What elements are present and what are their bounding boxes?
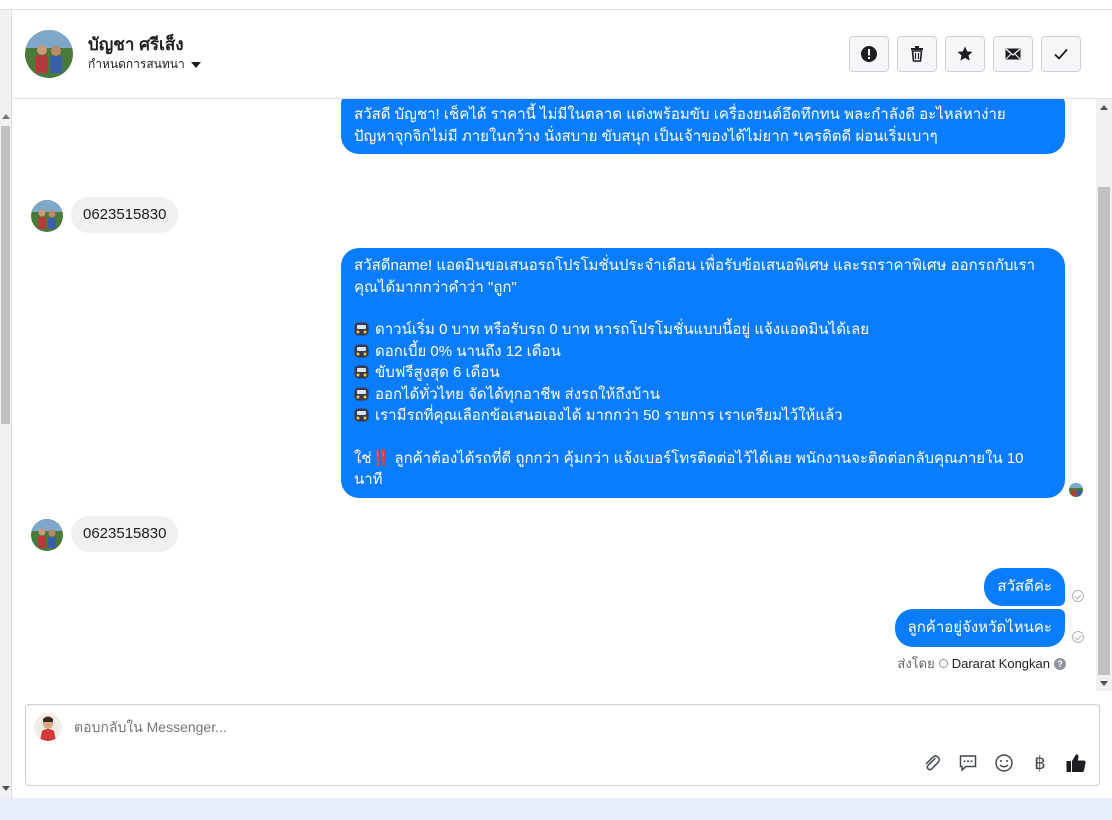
incoming-message-bubble[interactable]: 0623515830 (71, 197, 179, 233)
emoji-icon (995, 754, 1013, 772)
thumbs-up-icon (1066, 754, 1086, 772)
saved-replies-button[interactable] (957, 752, 979, 774)
promo-point: ขับฟรีสูงสุด 6 เดือน (354, 362, 1052, 384)
baht-icon: ฿ (1034, 752, 1046, 773)
agent-status-icon (938, 659, 948, 668)
message-text: สวัสดีค่ะ (997, 578, 1052, 595)
message-text: 0623515830 (83, 206, 167, 223)
scroll-up-arrow[interactable] (2, 114, 10, 119)
car-emoji-icon (354, 408, 369, 422)
message-text: 0623515830 (83, 525, 167, 542)
trash-icon (911, 46, 923, 62)
caret-down-icon (190, 61, 201, 68)
header-actions (849, 36, 1081, 72)
thread-scrollbar[interactable] (1096, 99, 1112, 691)
emoji-button[interactable] (993, 752, 1015, 774)
payment-button[interactable]: ฿ (1029, 752, 1051, 774)
seen-indicator-avatar (1069, 483, 1083, 497)
alert-icon (861, 46, 877, 62)
star-icon (957, 46, 973, 61)
outgoing-message-bubble[interactable]: สวัสดี บัญชา! เช็คได้ ราคานี้ ไม่มีในตลา… (341, 99, 1065, 154)
promo-point: เรามีรถที่คุณเลือกข้อเสนอเองได้ มากกว่า … (354, 405, 1052, 427)
page-bottom-band (0, 798, 1112, 820)
sent-by-label: ส่งโดย Dararat Kongkan ? (897, 653, 1066, 674)
reply-composer: ฿ (25, 704, 1100, 786)
mark-spam-button[interactable] (849, 36, 889, 72)
mail-icon (1005, 48, 1021, 60)
promo-outro-text: ลูกค้าต้องได้รถที่ดี ถูกกว่า คุ้มกว่า แจ… (354, 449, 1024, 489)
contact-avatar-small[interactable] (31, 519, 63, 551)
car-emoji-icon (354, 387, 369, 400)
message-text: ลูกค้าอยู่จังหวัดไหนคะ (907, 619, 1052, 636)
scroll-thumb[interactable] (1, 126, 10, 424)
composer-tools: ฿ (921, 752, 1087, 774)
contact-name[interactable]: บัญชา ศรีเส็ง (88, 31, 184, 58)
promo-outro: ใช่‼️ ลูกค้าต้องได้รถที่ดี ถูกกว่า คุ้มก… (354, 448, 1052, 491)
scroll-up-arrow[interactable] (1100, 105, 1108, 110)
car-emoji-icon (354, 365, 369, 379)
conversation-header: บัญชา ศรีเส็ง กำหนดการสนทนา (13, 11, 1112, 99)
promo-point: ดาวน์เริ่ม 0 บาท หรือรับรถ 0 บาท หารถโปร… (354, 319, 1052, 341)
message-text-line: ปัญหาจุกจิกไม่มี ภายในกว้าง นั่งสบาย ขับ… (354, 127, 938, 145)
page-avatar (34, 713, 62, 741)
outgoing-message-bubble[interactable]: สวัสดีค่ะ (984, 568, 1065, 606)
page-scrollbar[interactable] (0, 10, 12, 798)
scroll-thumb[interactable] (1098, 187, 1110, 675)
sent-by-agent-name[interactable]: Dararat Kongkan (952, 656, 1050, 671)
help-icon[interactable]: ? (1054, 657, 1066, 670)
check-icon (1054, 48, 1068, 60)
promo-point-text: ขับฟรีสูงสุด 6 เดือน (375, 364, 500, 381)
outgoing-message-bubble[interactable]: สวัสดีname! แอดมินขอเสนอรถโปรโมชั่นประจำ… (341, 248, 1065, 498)
promo-point: ดอกเบี้ย 0% นานถึง 12 เดือน (354, 341, 1052, 363)
sent-check-icon (1072, 590, 1084, 602)
reply-input[interactable] (74, 719, 934, 735)
incoming-message-bubble[interactable]: 0623515830 (71, 516, 179, 552)
scroll-down-arrow[interactable] (1100, 681, 1108, 686)
attach-button[interactable] (921, 752, 943, 774)
conversation-schedule-label: กำหนดการสนทนา (88, 57, 185, 71)
promo-intro: สวัสดีname! แอดมินขอเสนอรถโปรโมชั่นประจำ… (354, 257, 1036, 296)
message-thread[interactable]: สวัสดี บัญชา! เช็คได้ ราคานี้ ไม่มีในตลา… (13, 99, 1096, 691)
contact-avatar-small[interactable] (31, 200, 63, 232)
delete-button[interactable] (897, 36, 937, 72)
window-top-strip (0, 0, 1112, 10)
star-button[interactable] (945, 36, 985, 72)
saved-reply-icon (959, 755, 977, 772)
promo-point-text: ดอกเบี้ย 0% นานถึง 12 เดือน (375, 342, 561, 360)
sent-check-icon (1072, 631, 1084, 643)
conversation-schedule-dropdown[interactable]: กำหนดการสนทนา (88, 55, 201, 74)
like-button[interactable] (1065, 752, 1087, 774)
promo-point-text: ออกได้ทั่วไทย จัดได้ทุกอาชีพ ส่งรถให้ถึง… (375, 385, 660, 403)
scroll-down-arrow[interactable] (2, 786, 10, 791)
message-text-line: สวัสดี บัญชา! เช็คได้ ราคานี้ ไม่มีในตลา… (354, 106, 1006, 123)
promo-point: ออกได้ทั่วไทย จัดได้ทุกอาชีพ ส่งรถให้ถึง… (354, 384, 1052, 406)
mark-done-button[interactable] (1041, 36, 1081, 72)
promo-point-text: ดาวน์เริ่ม 0 บาท หรือรับรถ 0 บาท หารถโปร… (375, 321, 870, 338)
outgoing-message-bubble[interactable]: ลูกค้าอยู่จังหวัดไหนคะ (894, 609, 1065, 647)
promo-outro-start: ใช่ (354, 449, 372, 467)
contact-avatar[interactable] (25, 30, 73, 78)
car-emoji-icon (354, 344, 369, 357)
car-emoji-icon (354, 322, 369, 336)
sent-by-prefix: ส่งโดย (897, 656, 935, 671)
mark-unread-button[interactable] (993, 36, 1033, 72)
paperclip-icon (925, 755, 940, 771)
promo-point-text: เรามีรถที่คุณเลือกข้อเสนอเองได้ มากกว่า … (375, 407, 843, 424)
double-exclamation-emoji: ‼️ (371, 449, 391, 467)
